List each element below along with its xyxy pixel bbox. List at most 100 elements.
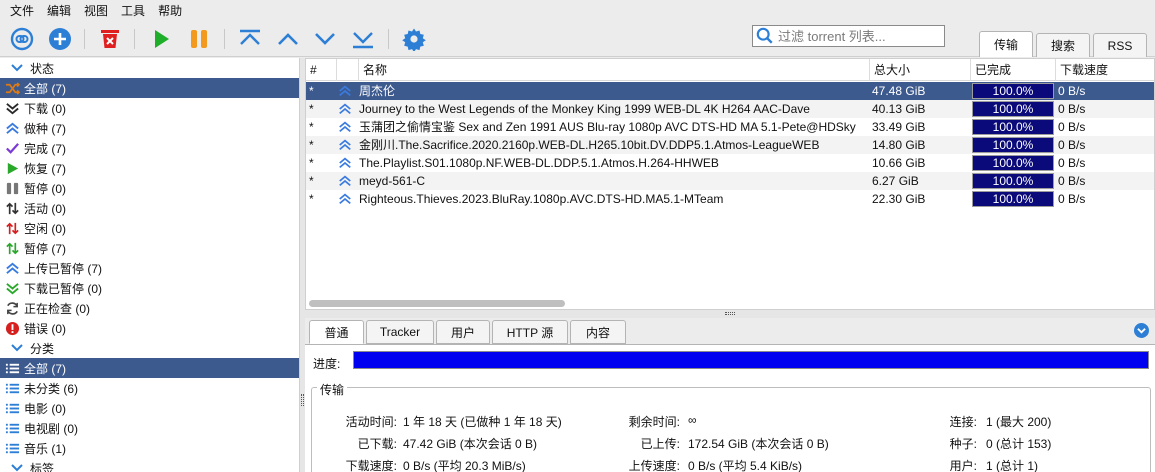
- chevron-down-icon: [11, 344, 23, 352]
- toolbar-separator: [224, 29, 225, 49]
- torrent-size: 10.66 GiB: [872, 156, 926, 170]
- delete-button[interactable]: [97, 26, 123, 52]
- updown-green-icon: [5, 242, 19, 254]
- horizontal-splitter[interactable]: [305, 310, 1155, 318]
- upload-icon: [339, 139, 351, 151]
- torrent-name: 玉蒲团之偷情宝鉴 Sex and Zen 1991 AUS Blu-ray 10…: [359, 120, 856, 134]
- category-filter-item[interactable]: 音乐 (1): [0, 438, 299, 458]
- dl-speed-value: 0 B/s (平均 20.3 MiB/s): [403, 459, 526, 472]
- list-icon: [5, 403, 19, 413]
- menu-edit[interactable]: 编辑: [43, 2, 80, 19]
- tab-peers[interactable]: 用户: [436, 320, 490, 344]
- column-dl-speed[interactable]: 下载速度: [1055, 59, 1154, 81]
- column-status[interactable]: [336, 59, 358, 81]
- splitter-grip: [301, 394, 304, 406]
- move-down-button[interactable]: [312, 26, 338, 52]
- category-filter-item[interactable]: 全部 (7): [0, 358, 299, 378]
- status-filter-item[interactable]: 全部 (7): [0, 78, 299, 98]
- filter-input[interactable]: [778, 28, 938, 44]
- status-filter-item[interactable]: 下载 (0): [0, 98, 299, 118]
- transfer-group-title: 传输: [317, 381, 348, 398]
- resume-button[interactable]: [148, 26, 174, 52]
- torrent-row[interactable]: * 金刚川.The.Sacrifice.2020.2160p.WEB-DL.H26…: [306, 136, 1154, 154]
- seeds-label: 种子:: [949, 437, 977, 451]
- torrent-row[interactable]: * 玉蒲团之偷情宝鉴 Sex and Zen 1991 AUS Blu-ray 1…: [306, 118, 1154, 136]
- add-icon: [49, 28, 71, 50]
- torrent-row[interactable]: * Righteous.Thieves.2023.BluRay.1080p.AVC…: [306, 190, 1154, 208]
- move-bottom-button[interactable]: [350, 26, 376, 52]
- category-filter-label: 未分类 (6): [24, 381, 79, 396]
- downloaded-value: 47.42 GiB (本次会话 0 B): [403, 437, 538, 451]
- progress-label: 进度:: [313, 357, 341, 371]
- menu-view[interactable]: 视图: [80, 2, 117, 19]
- torrent-row[interactable]: * Journey to the West Legends of the Monk…: [306, 100, 1154, 118]
- status-filter-item[interactable]: 做种 (7): [0, 118, 299, 138]
- status-filter-label: 空闲 (0): [24, 221, 67, 236]
- torrent-progress-bar: 100.0%: [972, 137, 1054, 153]
- status-filter-item[interactable]: 暂停 (7): [0, 238, 299, 258]
- move-top-button[interactable]: [237, 26, 263, 52]
- torrent-queue-number: *: [309, 174, 314, 188]
- torrent-dl-speed: 0 B/s: [1058, 156, 1086, 170]
- peers-value: 1 (总计 1): [986, 459, 1039, 472]
- status-filter-item[interactable]: 错误 (0): [0, 318, 299, 338]
- status-filter-label: 暂停 (7): [24, 241, 67, 256]
- add-link-button[interactable]: [9, 26, 35, 52]
- status-filter-item[interactable]: 暂停 (0): [0, 178, 299, 198]
- torrent-size: 6.27 GiB: [872, 174, 919, 188]
- status-filter-item[interactable]: 恢复 (7): [0, 158, 299, 178]
- collapse-panel-button[interactable]: [1134, 323, 1149, 338]
- category-filter-item[interactable]: 电视剧 (0): [0, 418, 299, 438]
- status-filter-label: 暂停 (0): [24, 181, 67, 196]
- tab-general[interactable]: 普通: [309, 320, 364, 344]
- menu-tools[interactable]: 工具: [117, 2, 154, 19]
- connections-value: 1 (最大 200): [986, 415, 1052, 429]
- category-filter-item[interactable]: 电影 (0): [0, 398, 299, 418]
- status-filter-item[interactable]: 完成 (7): [0, 138, 299, 158]
- status-filter-label: 全部 (7): [24, 81, 67, 96]
- seeds-value: 0 (总计 153): [986, 437, 1052, 451]
- status-filter-item[interactable]: 活动 (0): [0, 198, 299, 218]
- category-section-header[interactable]: 分类: [0, 338, 299, 358]
- pause-icon: [4, 180, 20, 196]
- list-icon: [4, 360, 20, 376]
- horizontal-scrollbar[interactable]: [309, 300, 565, 307]
- app-window: 文件 编辑 视图 工具 帮助 过滤 torrent 列表... 传输 搜索 RS…: [0, 0, 1155, 472]
- torrent-list-header: # 名称 总大小 已完成 下载速度: [306, 59, 1154, 81]
- category-filter-item[interactable]: 未分类 (6): [0, 378, 299, 398]
- tab-rss[interactable]: RSS: [1093, 33, 1147, 57]
- tab-http-sources[interactable]: HTTP 源: [492, 320, 568, 344]
- column-size[interactable]: 总大小: [869, 59, 970, 81]
- tab-content[interactable]: 内容: [570, 320, 626, 344]
- seeding-status-icon: [338, 82, 354, 100]
- status-filter-item[interactable]: 空闲 (0): [0, 218, 299, 238]
- settings-button[interactable]: [401, 26, 427, 52]
- download-paused-icon: [4, 280, 20, 296]
- add-torrent-button[interactable]: [47, 26, 73, 52]
- menu-help[interactable]: 帮助: [154, 2, 191, 19]
- list-icon: [5, 443, 19, 453]
- list-icon: [4, 400, 20, 416]
- torrent-row[interactable]: * 周杰伦 47.48 GiB 100.0% 0 B/s: [306, 82, 1154, 100]
- status-filter-item[interactable]: 上传已暂停 (7): [0, 258, 299, 278]
- status-filter-item[interactable]: 正在检查 (0): [0, 298, 299, 318]
- status-section-header[interactable]: 状态: [0, 58, 299, 78]
- torrent-progress-bar: 100.0%: [972, 119, 1054, 135]
- category-filter-list: 全部 (7) 未分类 (6) 电影 (0) 电视剧 (0) 音乐 (1): [0, 358, 299, 458]
- menu-file[interactable]: 文件: [6, 2, 43, 19]
- status-filter-item[interactable]: 下载已暂停 (0): [0, 278, 299, 298]
- pause-button[interactable]: [186, 26, 212, 52]
- column-number[interactable]: #: [306, 59, 336, 81]
- torrent-row[interactable]: * The.Playlist.S01.1080p.NF.WEB-DL.DDP.5.…: [306, 154, 1154, 172]
- torrent-name: Journey to the West Legends of the Monke…: [359, 102, 810, 116]
- tag-section-header[interactable]: 标签: [0, 458, 299, 472]
- column-done[interactable]: 已完成: [970, 59, 1055, 81]
- move-up-button[interactable]: [275, 26, 301, 52]
- tab-search[interactable]: 搜索: [1036, 33, 1090, 57]
- torrent-list: # 名称 总大小 已完成 下载速度 * 周杰伦 47.48 GiB 100.0% 0 B…: [305, 58, 1155, 310]
- tab-transfers[interactable]: 传输: [979, 31, 1033, 57]
- torrent-row[interactable]: * meyd-561-C 6.27 GiB 100.0% 0 B/s: [306, 172, 1154, 190]
- column-name[interactable]: 名称: [358, 59, 869, 81]
- tab-tracker[interactable]: Tracker: [366, 320, 434, 344]
- torrent-progress-text: 100.0%: [992, 138, 1034, 152]
